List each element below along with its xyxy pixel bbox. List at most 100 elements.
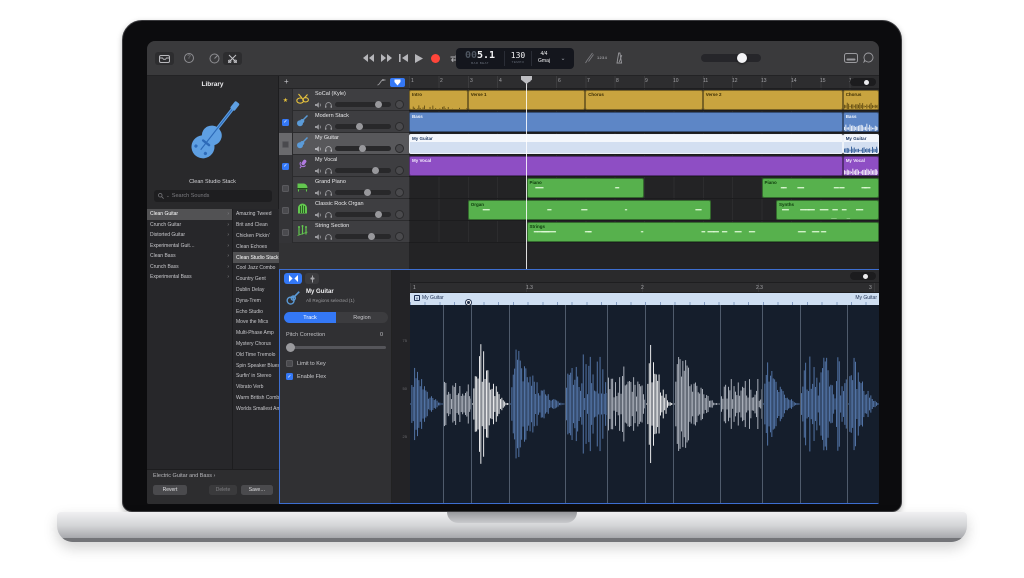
delete-button[interactable]: Delete: [209, 485, 237, 495]
track-volume-slider[interactable]: [335, 102, 391, 107]
mute-icon[interactable]: [315, 102, 322, 108]
pan-knob[interactable]: [395, 232, 404, 241]
playhead[interactable]: [526, 76, 527, 269]
library-preset[interactable]: Old Time Tremolo: [233, 349, 279, 360]
mute-icon[interactable]: [315, 168, 322, 174]
search-field[interactable]: ⌄ Search Sounds: [154, 190, 272, 202]
library-preset[interactable]: Echo Studio: [233, 306, 279, 317]
forward-button[interactable]: [381, 54, 392, 62]
mute-icon[interactable]: [315, 190, 322, 196]
volume-knob[interactable]: [375, 211, 382, 218]
track-header-my-vocal[interactable]: ✓ My Vocal: [279, 155, 409, 177]
track-enable-cell[interactable]: [279, 133, 293, 155]
rewind-button[interactable]: [363, 54, 374, 62]
catch-playhead-button[interactable]: [390, 78, 405, 87]
track-header-classic-rock-organ[interactable]: Classic Rock Organ: [279, 199, 409, 221]
enable-flex-row[interactable]: ✓ Enable Flex: [286, 373, 326, 380]
track-volume-slider[interactable]: [335, 190, 391, 195]
editors-toggle-button[interactable]: [223, 52, 242, 65]
solo-icon[interactable]: [325, 102, 332, 108]
track-checkbox[interactable]: [282, 229, 289, 236]
library-category[interactable]: Crunch Guitar›: [147, 220, 232, 231]
region-organ[interactable]: Organ: [468, 200, 712, 220]
pan-knob[interactable]: [395, 100, 404, 109]
save-button[interactable]: Save…: [241, 485, 273, 495]
region-close-icon[interactable]: ×: [414, 295, 420, 301]
solo-icon[interactable]: [325, 146, 332, 152]
tab-region[interactable]: Region: [336, 312, 388, 323]
volume-knob[interactable]: [372, 167, 379, 174]
tab-track[interactable]: Track: [284, 312, 336, 323]
library-category[interactable]: Clean Guitar›: [147, 209, 232, 220]
lcd-display[interactable]: 005.1 BAR BEAT 130 TEMPO 4/4 Gmaj ⌄: [456, 48, 574, 69]
region-piano[interactable]: Piano: [527, 178, 645, 198]
track-checkbox[interactable]: [282, 185, 289, 192]
tracks-area[interactable]: 12345678910111213141516 Intro Verse 1 Ch…: [409, 76, 879, 269]
library-preset[interactable]: Dyna-Trem: [233, 295, 279, 306]
region-chorus[interactable]: Chorus: [585, 90, 703, 110]
limit-to-key-row[interactable]: Limit to Key: [286, 360, 326, 367]
mute-icon[interactable]: [315, 146, 322, 152]
collection-breadcrumb[interactable]: Electric Guitar and Bass ›: [153, 473, 215, 479]
track-checkbox[interactable]: [282, 141, 289, 148]
track-volume-slider[interactable]: [335, 124, 391, 129]
library-preset[interactable]: Country Gent: [233, 274, 279, 285]
flex-time-button[interactable]: [284, 273, 302, 284]
pan-knob[interactable]: [395, 122, 404, 131]
editor-region-strip[interactable]: × My Guitar My Guitar: [410, 293, 879, 305]
region-verse-2[interactable]: Verse 2: [703, 90, 843, 110]
library-category[interactable]: Distorted Guitar›: [147, 230, 232, 241]
go-to-beginning-button[interactable]: [399, 54, 408, 62]
mute-icon[interactable]: [315, 124, 322, 130]
checkbox-unchecked[interactable]: [286, 360, 293, 367]
library-preset[interactable]: Clean Echoes: [233, 241, 279, 252]
track-enable-cell[interactable]: ✓: [279, 111, 293, 133]
track-volume-slider[interactable]: [335, 146, 391, 151]
library-preset[interactable]: Multi-Phase Amp: [233, 328, 279, 339]
editor-zoom-slider[interactable]: [850, 272, 876, 280]
region-strings[interactable]: Strings: [527, 222, 880, 242]
track-volume-slider[interactable]: [335, 168, 391, 173]
timeline-zoom-slider[interactable]: [850, 78, 876, 86]
track-checkbox-checked[interactable]: ✓: [282, 119, 289, 126]
volume-knob[interactable]: [737, 53, 747, 63]
library-preset[interactable]: Surfin' in Stereo: [233, 371, 279, 382]
display-mode-button[interactable]: [844, 53, 858, 63]
record-button[interactable]: [431, 54, 440, 63]
volume-knob[interactable]: [368, 233, 375, 240]
solo-icon[interactable]: [325, 212, 332, 218]
region-synths[interactable]: Synths: [776, 200, 879, 220]
editor-ruler[interactable]: 1 1.3 2 2.3 3: [410, 282, 879, 293]
track-checkbox-checked[interactable]: ✓: [282, 163, 289, 170]
region-bass-2[interactable]: Bass: [843, 112, 879, 132]
library-preset[interactable]: Worlds Smallest Amp: [233, 403, 279, 414]
track-header-my-guitar[interactable]: My Guitar: [279, 133, 409, 155]
editor-mode-button[interactable]: [305, 273, 319, 284]
library-preset[interactable]: Amazing Tweed: [233, 209, 279, 220]
library-preset[interactable]: Brit and Clean: [233, 220, 279, 231]
track-volume-slider[interactable]: [335, 212, 391, 217]
smart-controls-button[interactable]: [209, 53, 220, 64]
notifications-button[interactable]: [863, 52, 874, 63]
library-preset[interactable]: Spin Speaker Blues: [233, 360, 279, 371]
library-preset[interactable]: Move the Mics: [233, 317, 279, 328]
track-enable-cell[interactable]: ★: [279, 89, 293, 111]
pan-knob[interactable]: [395, 144, 404, 153]
revert-button[interactable]: Revert: [153, 485, 187, 495]
track-enable-cell[interactable]: ✓: [279, 155, 293, 177]
library-preset[interactable]: Mystery Chorus: [233, 339, 279, 350]
track-header-modern-stack[interactable]: ✓ Modern Stack: [279, 111, 409, 133]
count-in-button[interactable]: 1234: [597, 55, 607, 60]
volume-knob[interactable]: [356, 123, 363, 130]
pan-knob[interactable]: [395, 188, 404, 197]
library-preset[interactable]: Warm British Combo: [233, 393, 279, 404]
library-category[interactable]: Clean Bass›: [147, 251, 232, 262]
region-intro[interactable]: Intro: [409, 90, 468, 110]
solo-icon[interactable]: [325, 168, 332, 174]
mute-icon[interactable]: [315, 212, 322, 218]
pan-knob[interactable]: [395, 210, 404, 219]
bar-ruler[interactable]: 12345678910111213141516: [409, 76, 879, 89]
region-my-vocal[interactable]: My Vocal: [409, 156, 843, 176]
pitch-slider-knob[interactable]: [286, 343, 295, 352]
track-enable-cell[interactable]: [279, 221, 293, 243]
